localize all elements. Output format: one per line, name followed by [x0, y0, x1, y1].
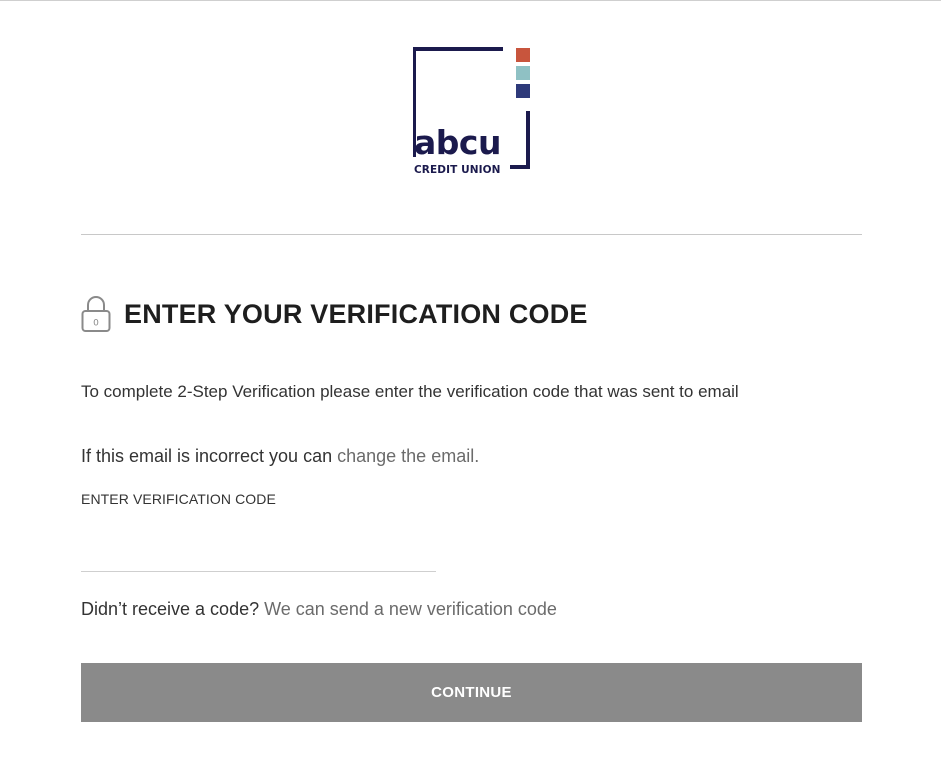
email-notice-text: If this email is incorrect you can [81, 446, 338, 466]
page-heading: 0 ENTER YOUR VERIFICATION CODE [81, 294, 588, 334]
header-divider [81, 234, 862, 235]
instruction-text: To complete 2-Step Verification please e… [81, 382, 739, 401]
email-notice: If this email is incorrect you can chang… [81, 446, 479, 467]
resend-code-link[interactable]: We can send a new verification code [264, 599, 557, 619]
resend-notice: Didn’t receive a code? We can send a new… [81, 599, 557, 620]
abcu-logo: abcu CREDIT UNION [413, 47, 533, 177]
code-field-label: ENTER VERIFICATION CODE [81, 491, 276, 507]
logo-subtitle: CREDIT UNION [414, 164, 501, 176]
resend-notice-text: Didn’t receive a code? [81, 599, 265, 619]
continue-button[interactable]: CONTINUE [81, 663, 862, 722]
lock-icon: 0 [81, 296, 111, 332]
logo-wordmark: abcu [414, 123, 501, 162]
page-title: ENTER YOUR VERIFICATION CODE [124, 298, 588, 329]
change-email-link[interactable]: change the email. [337, 446, 479, 466]
svg-text:0: 0 [93, 319, 99, 329]
verification-page: abcu CREDIT UNION 0 ENTER YOUR VERIFICAT… [0, 0, 941, 778]
verification-code-input[interactable] [81, 536, 436, 572]
